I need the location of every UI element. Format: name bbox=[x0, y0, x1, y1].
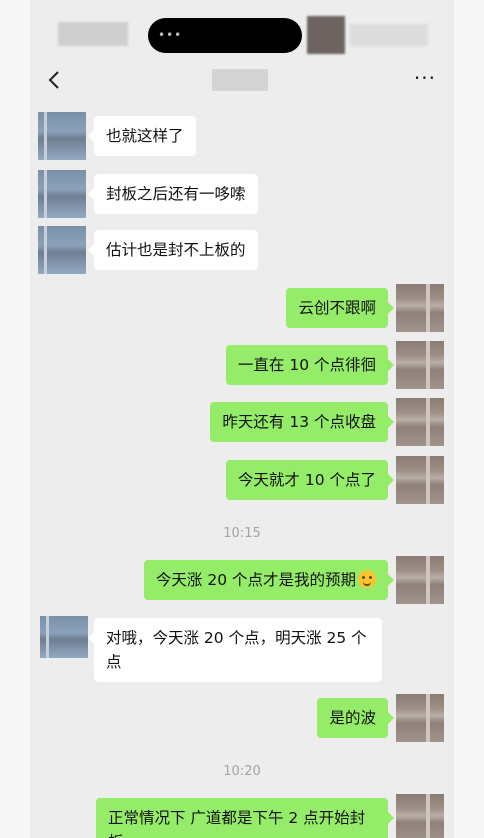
my-avatar[interactable] bbox=[396, 341, 444, 389]
message-bubble-incoming[interactable]: 估计也是封不上板的 bbox=[88, 230, 258, 270]
message-bubble-outgoing[interactable]: 昨天还有 13 个点收盘 bbox=[210, 402, 394, 442]
dynamic-island: ••• bbox=[148, 18, 302, 53]
timestamp: 10:20 bbox=[223, 764, 261, 779]
more-options-icon[interactable]: ··· bbox=[414, 66, 436, 90]
contact-avatar[interactable] bbox=[40, 616, 88, 658]
message-bubble-outgoing[interactable]: 云创不跟啊 bbox=[286, 288, 394, 328]
my-avatar[interactable] bbox=[396, 398, 444, 446]
left-margin bbox=[0, 0, 30, 838]
my-avatar[interactable] bbox=[396, 794, 444, 838]
message-bubble-incoming[interactable]: 封板之后还有一哆嗦 bbox=[88, 174, 258, 214]
island-dots-icon: ••• bbox=[158, 28, 183, 42]
right-margin bbox=[454, 0, 484, 838]
message-bubble-outgoing[interactable]: 今天就才 10 个点了 bbox=[225, 460, 395, 500]
status-time-blur bbox=[58, 22, 128, 46]
status-avatar-blur bbox=[307, 16, 345, 54]
message-bubble-incoming[interactable]: 对哦，今天涨 20 个点，明天涨 25 个点 bbox=[88, 618, 382, 682]
chat-screen: ••• ··· 也就这样了 封板之后还有一哆嗦 估计也是封不上板的 云创不跟啊 … bbox=[30, 0, 454, 838]
contact-avatar[interactable] bbox=[38, 226, 86, 274]
status-bar: ••• bbox=[30, 0, 454, 60]
contact-avatar[interactable] bbox=[38, 112, 86, 160]
contact-avatar[interactable] bbox=[38, 170, 86, 218]
back-icon[interactable] bbox=[44, 68, 66, 92]
my-avatar[interactable] bbox=[396, 694, 444, 742]
chat-title-blur bbox=[212, 69, 268, 91]
my-avatar[interactable] bbox=[396, 556, 444, 604]
message-bubble-outgoing[interactable]: 是的波 bbox=[317, 698, 394, 738]
status-icons-blur bbox=[350, 24, 428, 46]
thinking-face-emoji-icon bbox=[358, 570, 376, 588]
my-avatar[interactable] bbox=[396, 456, 444, 504]
nav-bar: ··· bbox=[30, 60, 454, 102]
message-bubble-outgoing[interactable]: 一直在 10 个点徘徊 bbox=[225, 345, 395, 385]
my-avatar[interactable] bbox=[396, 284, 444, 332]
message-text: 今天涨 20 个点才是我的预期 bbox=[155, 571, 356, 589]
message-bubble-outgoing[interactable]: 正常情况下 广道都是下午 2 点开始封板 bbox=[96, 798, 394, 838]
timestamp: 10:15 bbox=[223, 526, 261, 541]
message-bubble-incoming[interactable]: 也就这样了 bbox=[88, 116, 196, 156]
message-bubble-outgoing[interactable]: 今天涨 20 个点才是我的预期 bbox=[143, 560, 395, 600]
